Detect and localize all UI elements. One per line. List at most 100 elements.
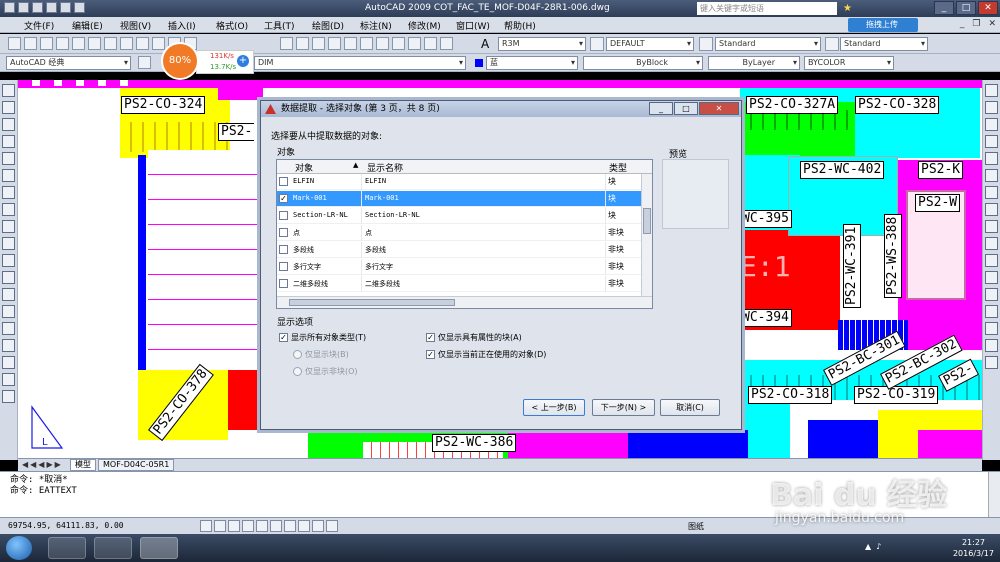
sheet-set-icon[interactable]: [392, 37, 405, 50]
back-button[interactable]: < 上一步(B): [523, 399, 585, 416]
tab-layout[interactable]: MOF-D04C-05R1: [98, 459, 175, 471]
join-icon[interactable]: [985, 305, 998, 318]
move-icon[interactable]: [985, 169, 998, 182]
osnap-icon[interactable]: [256, 520, 268, 532]
menu-item[interactable]: 插入(I): [168, 19, 216, 32]
revcloud-icon[interactable]: [2, 203, 15, 216]
menu-item[interactable]: 绘图(D): [312, 19, 360, 32]
text-style-combo[interactable]: R3M: [498, 37, 586, 51]
in-use-checkbox[interactable]: ✓: [426, 350, 435, 359]
only-nonblocks-option[interactable]: 仅显示非块(O): [293, 366, 358, 377]
mirror-icon[interactable]: [985, 118, 998, 131]
dialog-minimize-button[interactable]: _: [649, 102, 673, 115]
zoom-realtime-icon[interactable]: [296, 37, 309, 50]
make-block-icon[interactable]: [2, 288, 15, 301]
menu-item[interactable]: 视图(V): [120, 19, 168, 32]
network-icon[interactable]: ▲: [865, 542, 871, 551]
properties-icon[interactable]: [344, 37, 357, 50]
explode-icon[interactable]: [985, 356, 998, 369]
show-all-types-checkbox[interactable]: ✓: [279, 333, 288, 342]
network-boost-badge[interactable]: 80%: [163, 44, 197, 78]
qp-icon[interactable]: [326, 520, 338, 532]
layer-combo[interactable]: DIM: [254, 56, 466, 70]
zoom-window-icon[interactable]: [312, 37, 325, 50]
scale-icon[interactable]: [985, 203, 998, 216]
dialog-maximize-button[interactable]: □: [674, 102, 698, 115]
polar-icon[interactable]: [242, 520, 254, 532]
favorites-star-icon[interactable]: ★: [843, 3, 852, 14]
only-blocks-option[interactable]: 仅显示块(B): [293, 349, 349, 360]
row-checkbox[interactable]: ✓: [279, 194, 288, 203]
in-use-option[interactable]: ✓ 仅显示当前正在使用的对象(D): [426, 349, 546, 360]
array-icon[interactable]: [985, 152, 998, 165]
zoom-previous-icon[interactable]: [328, 37, 341, 50]
construction-line-icon[interactable]: [2, 101, 15, 114]
polyline-icon[interactable]: [2, 118, 15, 131]
show-all-types-option[interactable]: ✓ 显示所有对象类型(T): [279, 332, 366, 343]
menu-item[interactable]: 格式(O): [216, 19, 264, 32]
plotstyle-combo[interactable]: BYCOLOR: [804, 56, 894, 70]
polygon-icon[interactable]: [2, 135, 15, 148]
attr-blocks-checkbox[interactable]: ✓: [426, 333, 435, 342]
new-icon[interactable]: [18, 2, 29, 13]
close-button[interactable]: ✕: [978, 1, 998, 15]
copy-object-icon[interactable]: [985, 101, 998, 114]
table-style-combo[interactable]: Standard: [715, 37, 821, 51]
help-icon[interactable]: [440, 37, 453, 50]
lineweight-icon[interactable]: [312, 520, 324, 532]
doc-minimize-button[interactable]: _: [960, 19, 965, 29]
table-icon[interactable]: [2, 373, 15, 386]
ellipse-arc-icon[interactable]: [2, 254, 15, 267]
table-row[interactable]: 二维多段线 二维多段线 非块: [277, 276, 642, 292]
design-center-icon[interactable]: [360, 37, 373, 50]
qnew-icon[interactable]: [8, 37, 21, 50]
plus-icon[interactable]: +: [237, 55, 249, 67]
table-row[interactable]: 多段线 多段线 非块: [277, 242, 642, 258]
ducs-icon[interactable]: [284, 520, 296, 532]
scroll-thumb[interactable]: [643, 208, 651, 234]
attr-blocks-option[interactable]: ✓ 仅显示具有属性的块(A): [426, 332, 522, 343]
menu-item[interactable]: 工具(T): [264, 19, 312, 32]
insert-block-icon[interactable]: [2, 271, 15, 284]
row-checkbox[interactable]: [279, 177, 288, 186]
gradient-icon[interactable]: [2, 339, 15, 352]
region-icon[interactable]: [2, 356, 15, 369]
paper-space-toggle[interactable]: 图纸: [688, 521, 704, 532]
tool-palettes-icon[interactable]: [376, 37, 389, 50]
app-menu-icon[interactable]: [4, 2, 15, 13]
column-header-type[interactable]: 类型: [609, 161, 627, 174]
stretch-icon[interactable]: [985, 220, 998, 233]
row-checkbox[interactable]: [279, 262, 288, 271]
start-button[interactable]: [6, 536, 32, 560]
help-search-input[interactable]: 键入关键字或短语: [697, 2, 837, 15]
row-checkbox[interactable]: [279, 211, 288, 220]
table-row[interactable]: ELFIN ELFIN 块: [277, 174, 642, 190]
row-checkbox[interactable]: [279, 228, 288, 237]
open-icon[interactable]: [32, 2, 43, 13]
ortho-icon[interactable]: [228, 520, 240, 532]
row-checkbox[interactable]: [279, 279, 288, 288]
volume-icon[interactable]: ♪: [876, 542, 881, 551]
erase-icon[interactable]: [985, 84, 998, 97]
undo-icon[interactable]: [74, 2, 85, 13]
break-icon[interactable]: [985, 288, 998, 301]
menu-item[interactable]: 标注(N): [360, 19, 408, 32]
break-at-point-icon[interactable]: [985, 271, 998, 284]
color-combo[interactable]: 蓝: [486, 56, 578, 70]
publish-icon[interactable]: [88, 37, 101, 50]
objects-table[interactable]: 对象 ▲ 显示名称 类型 ELFIN ELFIN 块 ✓ Mark-001 Mark-00…: [276, 159, 653, 309]
table-row[interactable]: ✓ Mark-001 Mark-001 块: [277, 191, 642, 207]
trim-icon[interactable]: [985, 237, 998, 250]
hatch-icon[interactable]: [2, 322, 15, 335]
line-icon[interactable]: [2, 84, 15, 97]
quickcalc-icon[interactable]: [424, 37, 437, 50]
table-row[interactable]: 多行文字 多行文字 非块: [277, 259, 642, 275]
rectangle-icon[interactable]: [2, 152, 15, 165]
column-header-display-name[interactable]: 显示名称: [367, 161, 403, 174]
otrack-icon[interactable]: [270, 520, 282, 532]
mleader-style-combo[interactable]: Standard: [840, 37, 928, 51]
table-horizontal-scrollbar[interactable]: [277, 296, 652, 308]
mtext-icon[interactable]: [2, 390, 15, 403]
linetype-combo[interactable]: ByBlock: [583, 56, 703, 70]
dim-style-combo[interactable]: DEFAULT: [606, 37, 694, 51]
